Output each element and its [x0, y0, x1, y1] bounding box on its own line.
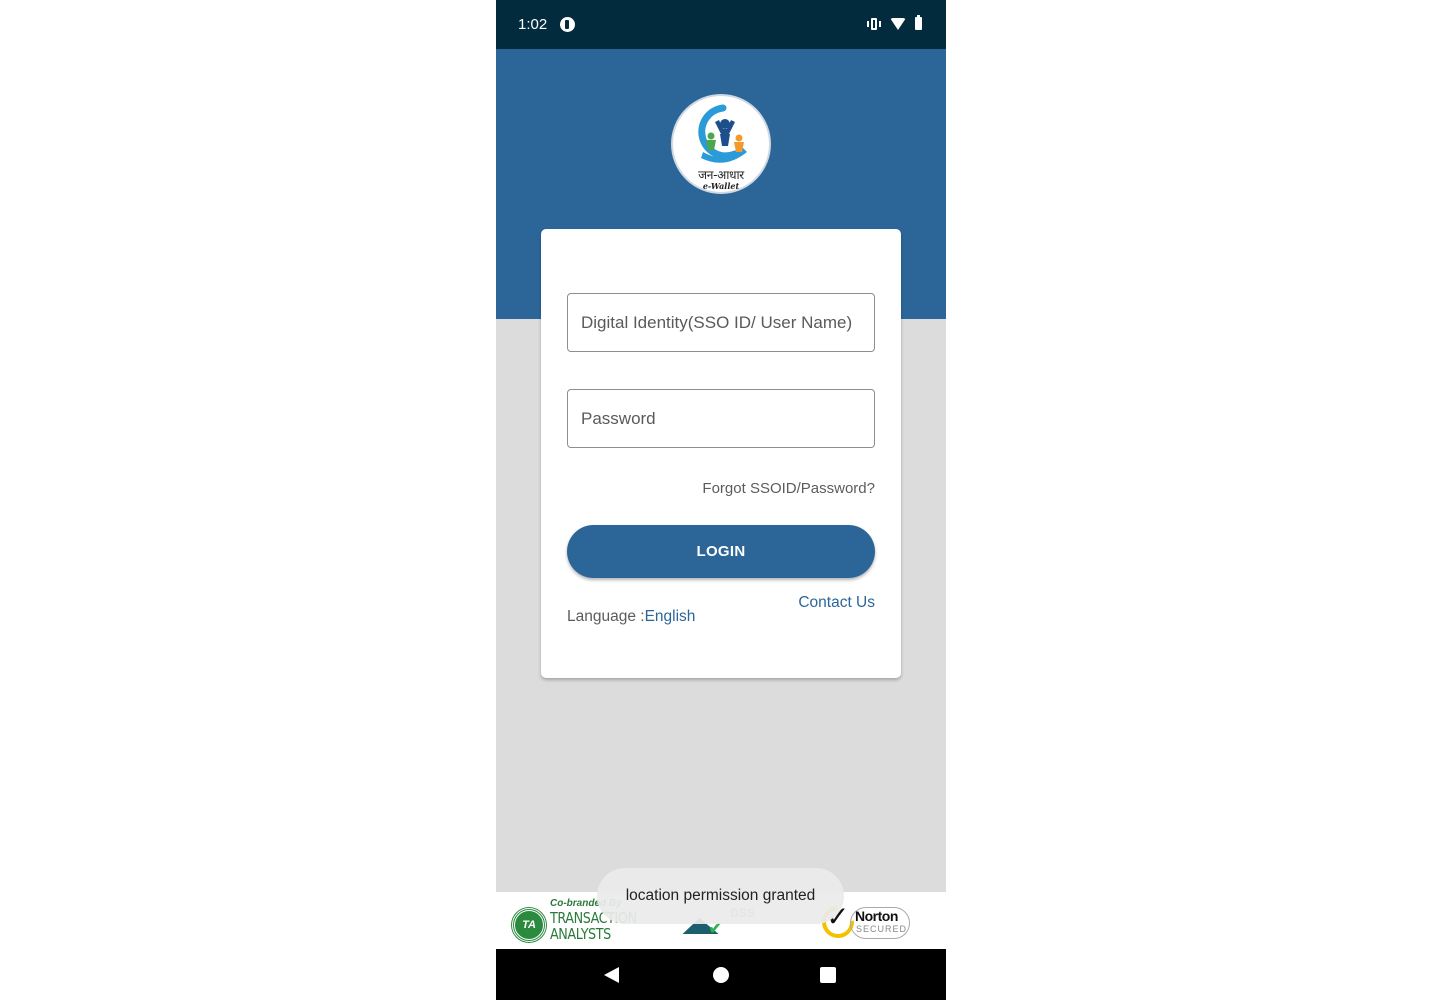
password-field[interactable]: [567, 389, 875, 448]
password-input[interactable]: [568, 390, 874, 447]
status-time: 1:02: [518, 16, 548, 33]
app-notification-icon: [560, 17, 575, 32]
status-icons: [867, 15, 922, 30]
forgot-password-link[interactable]: Forgot SSOID/Password?: [702, 480, 875, 497]
language-selector: Language :English: [567, 608, 695, 626]
phone-screen: 1:02 जन-आधार e-Wallet Forgo: [496, 0, 946, 1000]
navigation-bar: [496, 949, 946, 1000]
language-label: Language :: [567, 608, 645, 625]
login-button[interactable]: LOGIN: [567, 525, 875, 578]
language-value-link[interactable]: English: [645, 608, 696, 625]
contact-us-link[interactable]: Contact Us: [798, 594, 875, 612]
toast-message: location permission granted: [625, 887, 816, 904]
username-field[interactable]: [567, 293, 875, 352]
jan-aadhaar-logo: जन-आधार e-Wallet: [671, 94, 771, 194]
recents-icon[interactable]: [820, 967, 836, 983]
wifi-icon: [890, 17, 906, 30]
norton-name: Norton: [855, 908, 898, 924]
ta-seal-icon: TA: [512, 908, 546, 942]
vibrate-icon: [867, 17, 881, 30]
battery-icon: [915, 15, 922, 30]
username-input[interactable]: [568, 294, 874, 351]
logo-subtitle: e-Wallet: [702, 181, 740, 191]
norton-secured-text: SECURED: [856, 924, 908, 934]
toast-notification: location permission granted: [597, 868, 844, 924]
back-icon[interactable]: [604, 967, 619, 983]
login-card: Forgot SSOID/Password? LOGIN Contact Us …: [541, 229, 901, 678]
home-icon[interactable]: [713, 967, 729, 983]
status-bar: 1:02: [496, 0, 946, 49]
